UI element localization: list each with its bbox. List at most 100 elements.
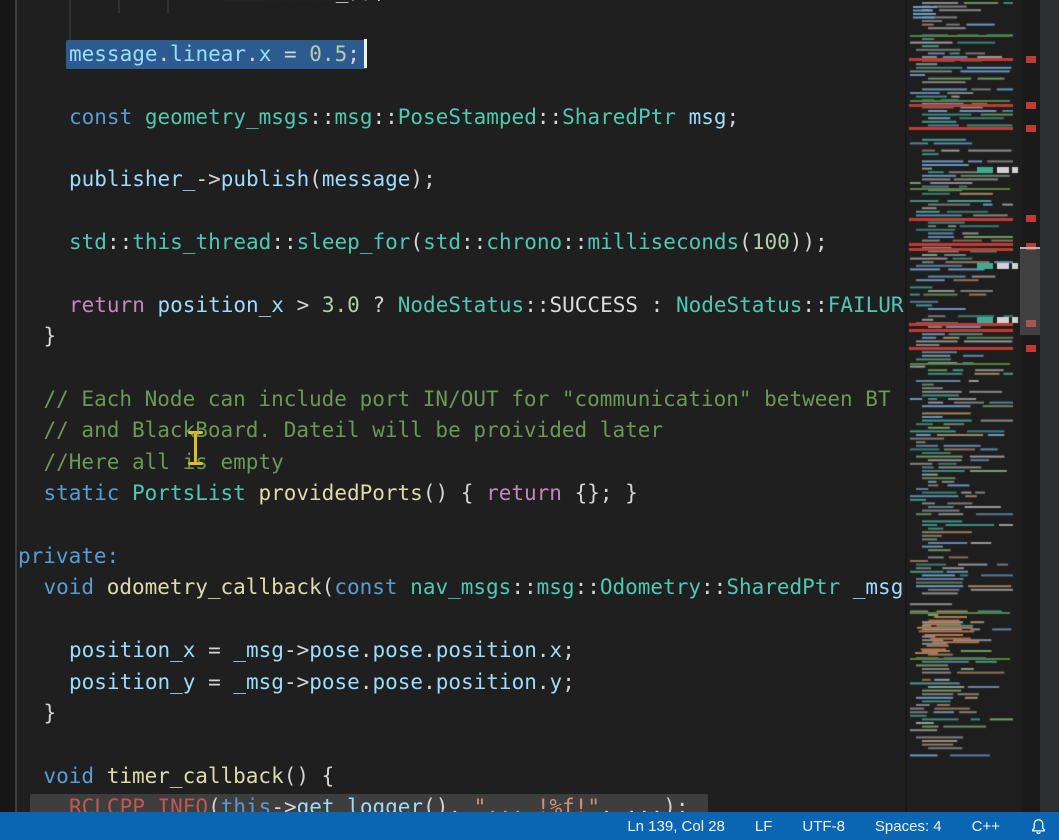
code-line[interactable] (0, 70, 905, 101)
code-line[interactable]: xxxxxxxxx_)); (0, 0, 905, 7)
code-token: () { (284, 764, 335, 788)
code-token: this (221, 795, 272, 812)
code-line[interactable] (0, 729, 905, 760)
code-token: _)); (336, 0, 387, 3)
code-line[interactable]: static PortsList providedPorts() { retur… (0, 478, 905, 509)
code-line[interactable]: } (0, 321, 905, 352)
status-language[interactable]: C++ (972, 818, 1000, 835)
code-token: -> (271, 795, 296, 812)
code-line[interactable]: position_x = _msg->pose.pose.position.x; (0, 635, 905, 666)
code-token: {}; } (562, 481, 638, 505)
status-bar: Ln 139, Col 28 LF UTF-8 Spaces: 4 C++ (0, 812, 1059, 840)
overview-ruler (1022, 0, 1040, 812)
error-mark (1026, 215, 1036, 222)
code-line[interactable]: std::this_thread::sleep_for(std::chrono:… (0, 227, 905, 258)
code-line[interactable]: message.linear.x = 0.5; (0, 39, 905, 70)
code-token: . (246, 42, 259, 66)
code-line[interactable]: // and BlackBoard. Dateil will be proivi… (0, 415, 905, 446)
code-token: SharedPtr (726, 575, 840, 599)
code-token: ); (410, 167, 435, 191)
code-token: // and BlackBoard. Dateil will be proivi… (44, 418, 664, 442)
code-line[interactable]: publisher_->publish(message); (0, 164, 905, 195)
code-line[interactable]: void timer_callback() { (0, 761, 905, 792)
code-token (676, 105, 689, 129)
code-token: static (44, 481, 133, 505)
code-token: -> (284, 638, 309, 662)
code-line[interactable]: position_y = _msg->pose.pose.position.y; (0, 667, 905, 698)
code-line[interactable] (0, 353, 905, 384)
code-token: nav_msgs (410, 575, 511, 599)
code-token: SUCCESS (550, 293, 639, 317)
code-token: odometry_callback (107, 575, 322, 599)
code-line[interactable]: void odometry_callback(const nav_msgs::m… (0, 572, 905, 603)
code-line[interactable]: RCLCPP_INFO(this->get_logger(), "... !%f… (0, 792, 905, 812)
code-token: ) (903, 575, 905, 599)
minimap[interactable] (905, 0, 1024, 812)
code-line[interactable]: return position_x > 3.0 ? NodeStatus::SU… (0, 290, 905, 321)
code-token: publisher_ (69, 167, 195, 191)
code-token: ( (322, 575, 335, 599)
scrollbar-thumb[interactable] (1020, 247, 1040, 335)
error-mark (1026, 102, 1036, 109)
code-token: () { (423, 481, 486, 505)
code-token: ; (727, 105, 740, 129)
code-token: void (44, 575, 107, 599)
code-line[interactable]: private: (0, 541, 905, 572)
editor-code-area[interactable]: xxxxxxxxx_)); message.linear.x = 0.5; cons… (0, 0, 905, 812)
code-token: :: (309, 105, 334, 129)
code-token: message (322, 167, 411, 191)
code-token: :: (511, 575, 536, 599)
code-token: = (271, 42, 309, 66)
code-line[interactable] (0, 259, 905, 290)
code-token: NodeStatus (398, 293, 524, 317)
code-token: > (284, 293, 322, 317)
code-token: return (69, 293, 158, 317)
code-token: ( (410, 230, 423, 254)
vscode-editor-screen: xxxxxxxxx_)); message.linear.x = 0.5; cons… (0, 0, 1059, 840)
code-token: _msg (233, 638, 284, 662)
code-line[interactable]: // Each Node can include port IN/OUT for… (0, 384, 905, 415)
code-line[interactable] (0, 7, 905, 38)
code-token (840, 575, 853, 599)
code-token: publish (221, 167, 310, 191)
status-eol[interactable]: LF (755, 818, 773, 835)
code-token: = (195, 670, 233, 694)
status-encoding[interactable]: UTF-8 (802, 818, 845, 835)
code-token: NodeStatus (676, 293, 802, 317)
code-line[interactable] (0, 133, 905, 164)
code-token: providedPorts (258, 481, 422, 505)
code-token: :: (271, 230, 296, 254)
code-token: :: (107, 230, 132, 254)
code-token: msg (689, 105, 727, 129)
code-line[interactable]: const geometry_msgs::msg::PoseStamped::S… (0, 102, 905, 133)
code-token: PoseStamped (398, 105, 537, 129)
text-caret (364, 39, 367, 68)
code-token: y (550, 670, 563, 694)
code-token: this_thread (132, 230, 271, 254)
code-line[interactable] (0, 510, 905, 541)
code-token: ; (347, 42, 360, 66)
code-token: std (423, 230, 461, 254)
code-token: . (360, 638, 373, 662)
code-token: :: (562, 230, 587, 254)
code-line[interactable] (0, 196, 905, 227)
bell-notification-icon[interactable] (1030, 818, 1047, 835)
status-cursor-position[interactable]: Ln 139, Col 28 (627, 818, 725, 835)
code-token: position (436, 638, 537, 662)
code-token: geometry_msgs (145, 105, 309, 129)
status-indentation[interactable]: Spaces: 4 (875, 818, 942, 835)
code-token: . (423, 670, 436, 694)
code-token: ? (360, 293, 398, 317)
code-token: } (44, 701, 57, 725)
code-token: x (550, 638, 563, 662)
code-token: position (436, 670, 537, 694)
code-token: message (69, 42, 158, 66)
code-token: xxxxxx (260, 0, 336, 3)
code-token: pose (309, 670, 360, 694)
code-token: timer_callback (107, 764, 284, 788)
code-line[interactable]: //Here all is empty (0, 447, 905, 478)
code-line[interactable] (0, 604, 905, 635)
code-token: ; (562, 638, 575, 662)
code-token: Odometry (600, 575, 701, 599)
code-line[interactable]: } (0, 698, 905, 729)
